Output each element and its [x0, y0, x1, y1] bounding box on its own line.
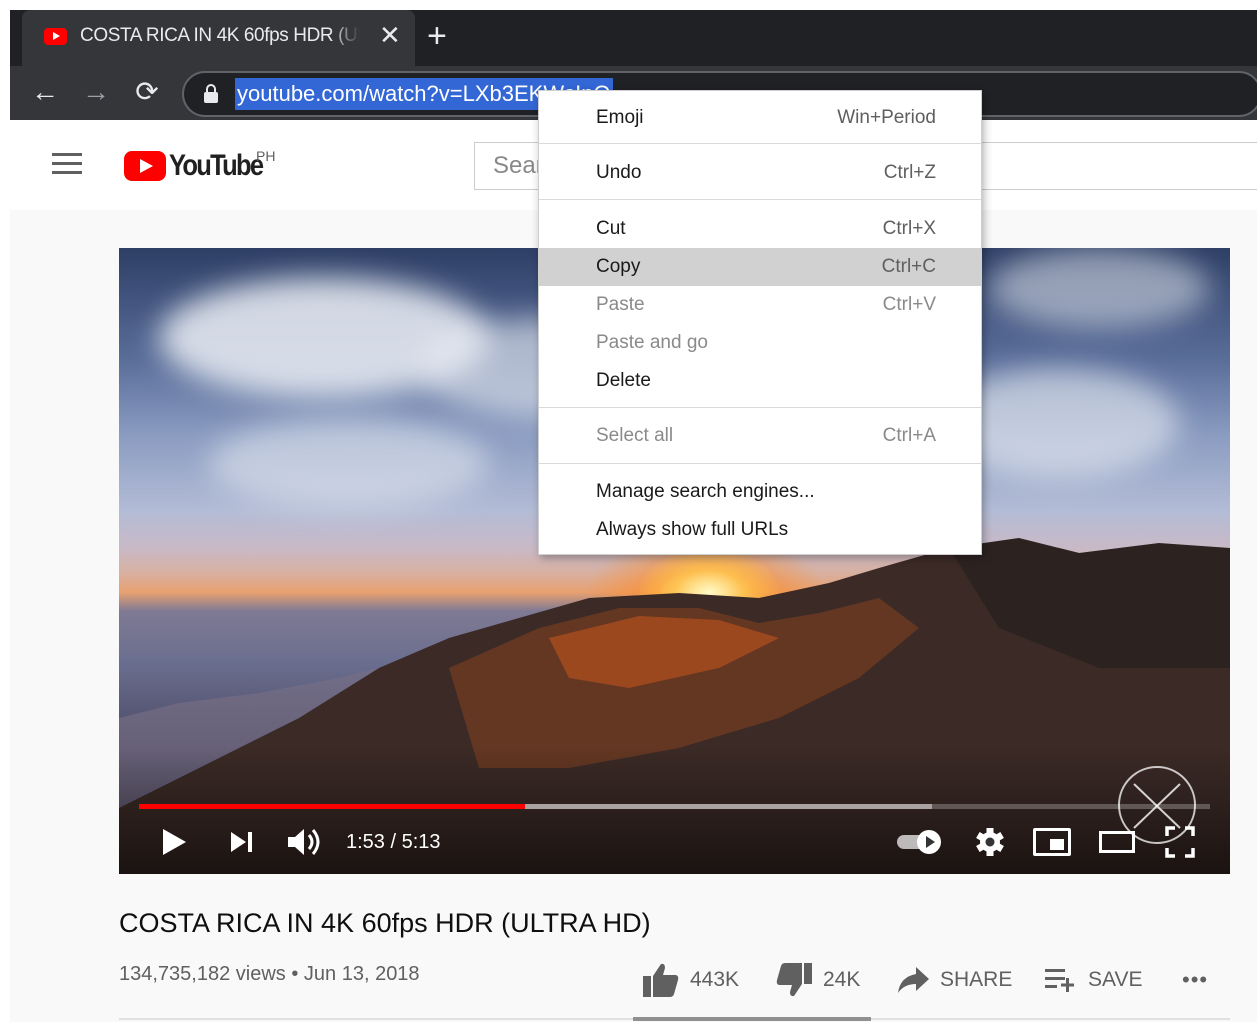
menu-item-cut[interactable]: Cut Ctrl+X — [539, 210, 981, 248]
thumbs-up-icon — [643, 963, 679, 997]
back-arrow-icon[interactable]: ← — [28, 72, 62, 112]
video-progress-bar[interactable] — [139, 804, 1210, 809]
like-count: 443K — [690, 968, 740, 991]
share-label: SHARE — [940, 968, 1013, 991]
share-arrow-icon — [898, 967, 929, 993]
video-title: COSTA RICA IN 4K 60fps HDR (ULTRA HD) — [119, 908, 651, 938]
menu-item-copy[interactable]: Copy Ctrl+C — [539, 248, 981, 286]
progress-played — [139, 804, 525, 809]
menu-item-shortcut: Ctrl+A — [882, 425, 936, 446]
theater-mode-icon[interactable] — [1099, 822, 1137, 862]
menu-item-label: Cut — [596, 218, 626, 239]
menu-item-label: Select all — [596, 425, 674, 446]
menu-hamburger-icon[interactable] — [52, 153, 82, 175]
menu-item-shortcut: Ctrl+V — [882, 294, 936, 315]
menu-separator — [539, 463, 981, 464]
play-icon[interactable] — [161, 822, 187, 862]
menu-item-manage-search-engines[interactable]: Manage search engines... — [539, 473, 981, 511]
tab-title: COSTA RICA IN 4K 60fps HDR (ULTRA HD) - … — [80, 25, 360, 47]
menu-item-delete[interactable]: Delete — [539, 362, 981, 400]
fullscreen-icon[interactable] — [1165, 822, 1195, 862]
menu-item-always-show-full-urls[interactable]: Always show full URLs — [539, 511, 981, 549]
menu-item-label: Paste — [596, 294, 645, 315]
menu-separator — [539, 199, 981, 200]
menu-item-paste-and-go[interactable]: Paste and go — [539, 324, 981, 362]
save-button[interactable]: SAVE — [1044, 960, 1142, 1000]
menu-item-label: Delete — [596, 370, 651, 391]
menu-item-shortcut: Win+Period — [837, 107, 936, 128]
settings-gear-icon[interactable] — [973, 822, 1007, 862]
lock-icon[interactable] — [204, 84, 218, 104]
menu-item-label: Always show full URLs — [596, 519, 789, 540]
forward-arrow-icon[interactable]: → — [79, 72, 113, 112]
more-actions-icon[interactable]: ••• — [1182, 960, 1208, 1000]
browser-tab-active[interactable]: COSTA RICA IN 4K 60fps HDR (ULTRA HD) - … — [22, 10, 415, 66]
menu-item-paste[interactable]: Paste Ctrl+V — [539, 286, 981, 324]
menu-separator — [539, 143, 981, 144]
address-bar-context-menu: Emoji Win+Period Undo Ctrl+Z Cut Ctrl+X … — [538, 90, 982, 555]
menu-item-shortcut: Ctrl+Z — [883, 162, 936, 183]
video-view-count-date: 134,735,182 views • Jun 13, 2018 — [119, 963, 420, 985]
youtube-favicon-icon — [44, 28, 67, 45]
menu-item-label: Emoji — [596, 107, 644, 128]
time-display: 1:53 / 5:13 — [346, 831, 441, 853]
reload-icon[interactable]: ⟳ — [130, 72, 164, 112]
menu-item-label: Paste and go — [596, 332, 708, 353]
menu-item-label: Undo — [596, 162, 642, 183]
tab-close-icon[interactable]: ✕ — [379, 22, 401, 48]
menu-item-label: Copy — [596, 256, 641, 277]
thumbs-down-icon — [776, 963, 812, 997]
section-divider-active — [633, 1017, 871, 1021]
menu-item-select-all[interactable]: Select all Ctrl+A — [539, 417, 981, 455]
menu-item-undo[interactable]: Undo Ctrl+Z — [539, 154, 981, 192]
miniplayer-icon[interactable] — [1033, 822, 1073, 862]
youtube-play-logo-icon — [124, 151, 166, 181]
menu-separator — [539, 407, 981, 408]
menu-item-label: Manage search engines... — [596, 481, 815, 502]
menu-item-shortcut: Ctrl+X — [882, 218, 936, 239]
autoplay-toggle[interactable] — [897, 822, 943, 862]
youtube-wordmark: YouTube — [169, 149, 264, 182]
playlist-add-icon — [1045, 969, 1074, 992]
share-button[interactable]: SHARE — [896, 960, 1012, 1000]
dislike-button[interactable]: 24K — [775, 960, 860, 1000]
save-label: SAVE — [1088, 968, 1143, 991]
new-tab-button[interactable]: + — [427, 19, 447, 53]
menu-item-shortcut: Ctrl+C — [881, 256, 936, 277]
like-button[interactable]: 443K — [642, 960, 739, 1000]
autoplay-play-icon — [917, 830, 941, 854]
next-video-icon[interactable] — [229, 822, 257, 862]
menu-item-emoji[interactable]: Emoji Win+Period — [539, 99, 981, 137]
volume-icon[interactable] — [285, 822, 325, 862]
dislike-count: 24K — [823, 968, 861, 991]
country-code: PH — [256, 148, 276, 164]
